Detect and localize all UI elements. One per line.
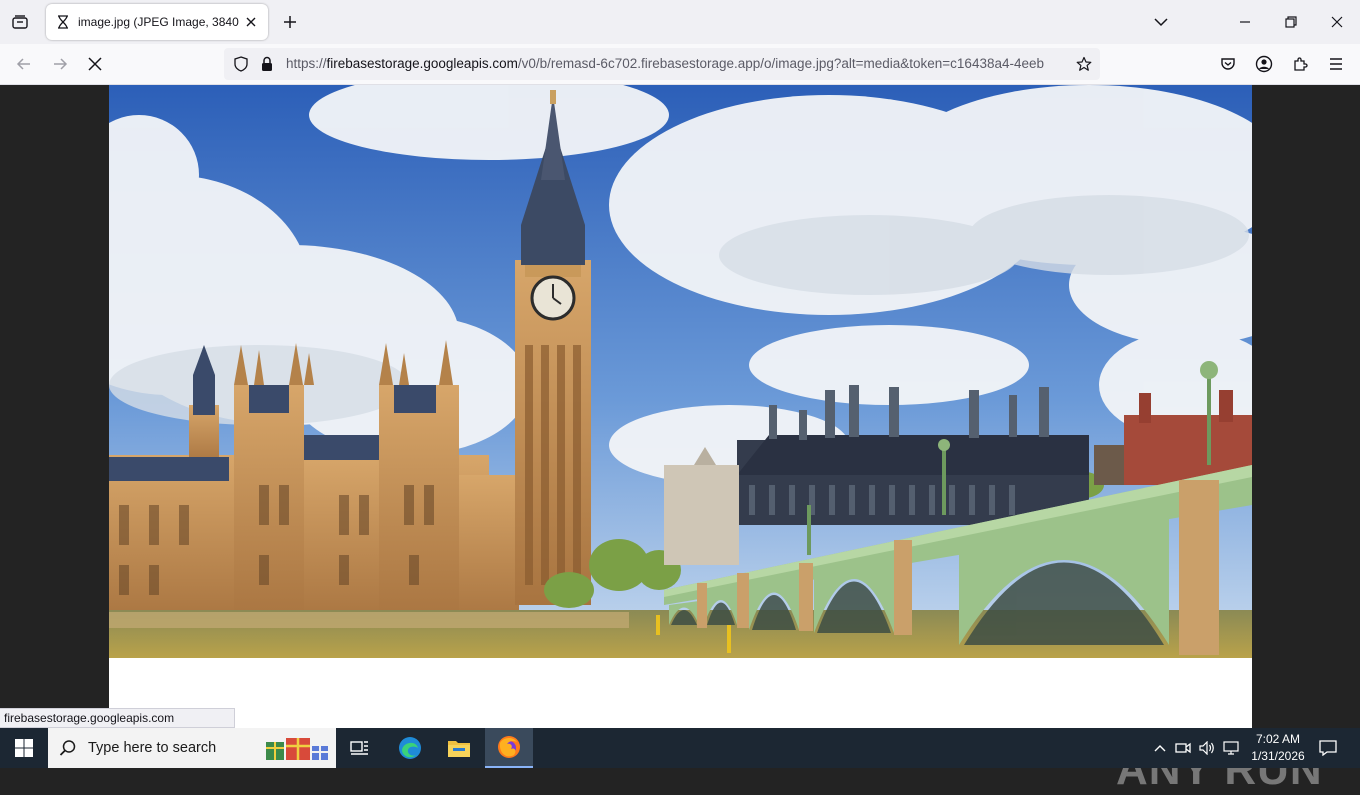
- app-menu-button[interactable]: [1321, 49, 1351, 79]
- tab-strip: image.jpg (JPEG Image, 3840 × 2160 pixel…: [0, 0, 1360, 44]
- url-text[interactable]: https://firebasestorage.googleapis.com/v…: [286, 56, 1066, 71]
- file-explorer-taskbar-button[interactable]: [435, 728, 483, 768]
- pocket-icon: [1221, 58, 1235, 70]
- tab-title: image.jpg (JPEG Image, 3840 × 2160 pixel…: [78, 15, 240, 29]
- link-status-tooltip: firebasestorage.googleapis.com: [0, 708, 236, 728]
- url-scheme: https://: [286, 56, 327, 71]
- tab-list-icon: [12, 15, 28, 29]
- close-icon: [88, 57, 102, 71]
- notification-center-button[interactable]: [1314, 736, 1342, 760]
- volume-speaker-icon[interactable]: [1197, 738, 1217, 758]
- address-bar[interactable]: https://firebasestorage.googleapis.com/v…: [224, 48, 1100, 80]
- arrow-left-icon: [16, 58, 30, 70]
- url-path: /v0/b/remasd-6c702.firebasestorage.app/o…: [517, 56, 1045, 71]
- forward-button[interactable]: [45, 49, 75, 79]
- arrow-right-icon: [54, 58, 68, 70]
- edge-browser-icon: [399, 737, 421, 759]
- puzzle-piece-icon: [1294, 57, 1308, 71]
- start-button[interactable]: [0, 728, 48, 768]
- stop-loading-button[interactable]: [80, 49, 110, 79]
- search-placeholder: Type here to search: [88, 740, 217, 756]
- clock-time: 7:02 AM: [1255, 732, 1301, 746]
- close-icon: [1331, 16, 1343, 28]
- hamburger-menu-icon: [1330, 58, 1342, 70]
- london-landmarks-image: [109, 85, 1252, 658]
- taskbar-search-box[interactable]: Type here to search: [48, 728, 336, 768]
- restore-button[interactable]: [1268, 0, 1314, 44]
- hourglass-loading-icon: [56, 14, 70, 30]
- firefox-icon: [498, 736, 520, 758]
- folder-icon: [448, 741, 470, 757]
- search-icon: [48, 739, 88, 757]
- new-tab-button[interactable]: [276, 8, 304, 36]
- taskbar-clock[interactable]: 7:02 AM 1/31/2026: [1246, 731, 1310, 765]
- task-view-button[interactable]: [336, 728, 384, 768]
- bookmark-star-icon[interactable]: [1074, 54, 1094, 74]
- pocket-button[interactable]: [1213, 49, 1243, 79]
- url-host: firebasestorage.googleapis.com: [326, 56, 518, 71]
- back-button[interactable]: [9, 49, 39, 79]
- task-view-icon: [350, 741, 368, 755]
- firefox-taskbar-button[interactable]: [485, 728, 533, 768]
- navigation-toolbar: https://firebasestorage.googleapis.com/v…: [0, 44, 1360, 85]
- minimize-icon: [1240, 21, 1250, 23]
- tracking-protection-shield-icon[interactable]: [232, 55, 250, 73]
- page-content: ANY RUN: [0, 85, 1360, 794]
- list-all-tabs-button[interactable]: [4, 6, 36, 38]
- plus-icon: [284, 16, 296, 28]
- displayed-image[interactable]: [109, 85, 1252, 728]
- account-button[interactable]: [1249, 49, 1279, 79]
- tab-image[interactable]: image.jpg (JPEG Image, 3840 × 2160 pixel…: [46, 4, 268, 40]
- lock-icon[interactable]: [258, 55, 276, 73]
- notification-speech-bubble-icon: [1319, 740, 1337, 756]
- account-icon: [1255, 55, 1273, 73]
- meet-now-camera-icon[interactable]: [1173, 738, 1193, 758]
- network-status-icon[interactable]: [1221, 738, 1241, 758]
- edge-taskbar-button[interactable]: [386, 728, 434, 768]
- windows-logo-icon: [15, 739, 33, 757]
- search-highlight-gifts-icon: [266, 738, 328, 760]
- close-window-button[interactable]: [1314, 0, 1360, 44]
- close-tab-icon[interactable]: [242, 13, 260, 31]
- tab-overflow-button[interactable]: [1138, 0, 1184, 44]
- clock-date: 1/31/2026: [1251, 749, 1305, 763]
- restore-icon: [1285, 16, 1297, 28]
- chevron-down-icon: [1154, 18, 1168, 27]
- windows-taskbar: Type here to search 7:02 AM 1/31/2026: [0, 728, 1360, 768]
- show-hidden-icons-chevron-up-icon[interactable]: [1150, 738, 1170, 758]
- extensions-button[interactable]: [1285, 49, 1315, 79]
- minimize-button[interactable]: [1222, 0, 1268, 44]
